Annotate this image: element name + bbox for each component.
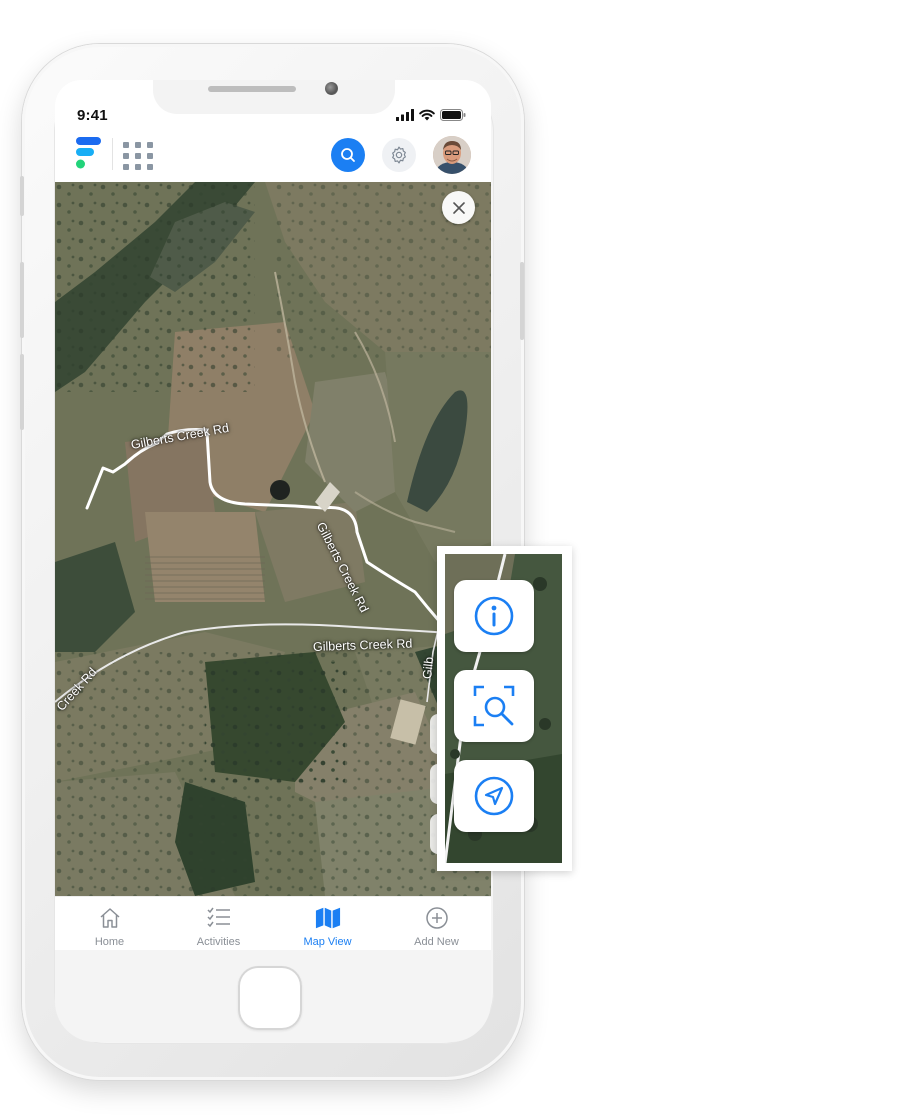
home-hardware-button[interactable] [238, 966, 302, 1030]
front-camera [325, 82, 338, 95]
info-button[interactable] [454, 580, 534, 652]
volume-up-button [20, 262, 24, 338]
tab-activities[interactable]: Activities [164, 897, 273, 950]
checklist-icon [206, 907, 230, 928]
grid-icon[interactable] [123, 142, 153, 170]
tab-add-new-label: Add New [414, 936, 459, 948]
volume-down-button [20, 354, 24, 430]
earpiece-speaker [208, 86, 296, 92]
home-icon [100, 908, 119, 928]
header-divider [112, 138, 113, 170]
road-label: Gilb [420, 656, 437, 680]
search-icon [341, 148, 355, 162]
cellular-signal-icon [396, 109, 414, 121]
search-button[interactable] [331, 138, 365, 172]
tab-map-view[interactable]: Map View [273, 897, 382, 950]
close-icon [452, 201, 465, 214]
zoom-to-extent-button[interactable] [454, 670, 534, 742]
battery-icon [440, 109, 466, 121]
status-time: 9:41 [77, 107, 108, 124]
map-close-button[interactable] [442, 191, 475, 224]
location-arrow-icon [474, 776, 514, 816]
status-icons [396, 108, 466, 122]
tab-home[interactable]: Home [55, 897, 164, 950]
gear-icon [392, 146, 406, 164]
info-icon [474, 596, 514, 636]
tab-map-view-label: Map View [303, 936, 352, 948]
tab-bar: Home Activities Map View Add New [55, 896, 491, 950]
power-button [520, 262, 524, 340]
wifi-icon [419, 109, 435, 121]
settings-button[interactable] [382, 138, 416, 172]
satellite-map[interactable]: Gilberts Creek Rd Gilberts Creek Rd Gilb… [55, 182, 491, 896]
avatar[interactable] [433, 136, 471, 174]
tab-activities-label: Activities [196, 936, 241, 948]
plus-circle-icon [425, 907, 448, 929]
map-icon [315, 907, 340, 929]
tab-add-new[interactable]: Add New [382, 897, 491, 950]
zoom-to-extent-icon [473, 685, 515, 727]
app-logo-icon [75, 136, 103, 170]
silent-switch [20, 176, 24, 216]
tab-home-label: Home [94, 936, 125, 948]
locate-me-button[interactable] [454, 760, 534, 832]
map-controls-callout [437, 546, 572, 871]
